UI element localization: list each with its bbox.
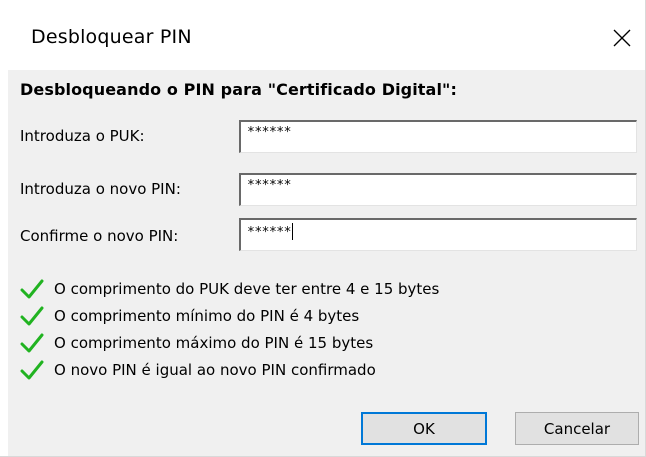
- check-icon: [20, 333, 44, 353]
- new-pin-input[interactable]: ******: [239, 173, 637, 206]
- confirm-pin-input[interactable]: ******: [239, 218, 637, 251]
- dialog-body: Desbloqueando o PIN para "Certificado Di…: [8, 70, 645, 456]
- text-caret: [291, 223, 293, 240]
- puk-input[interactable]: ******: [239, 120, 637, 153]
- cancel-button[interactable]: Cancelar: [515, 412, 639, 445]
- check-icon: [20, 360, 44, 380]
- rule-text: O novo PIN é igual ao novo PIN confirmad…: [54, 361, 376, 379]
- window-title: Desbloquear PIN: [31, 26, 192, 48]
- dialog-window: Desbloquear PIN Desbloqueando o PIN para…: [0, 0, 646, 457]
- rule-text: O comprimento mínimo do PIN é 4 bytes: [54, 307, 360, 325]
- rule-text: O comprimento máximo do PIN é 15 bytes: [54, 334, 374, 352]
- ok-button[interactable]: OK: [361, 412, 487, 445]
- rule-item: O comprimento do PUK deve ter entre 4 e …: [20, 278, 439, 300]
- puk-label: Introduza o PUK:: [20, 127, 145, 145]
- rule-item: O comprimento mínimo do PIN é 4 bytes: [20, 305, 359, 327]
- new-pin-input-value: ******: [247, 178, 291, 193]
- new-pin-label: Introduza o novo PIN:: [20, 180, 181, 198]
- close-icon: [613, 29, 631, 47]
- title-bar[interactable]: Desbloquear PIN: [0, 0, 645, 70]
- puk-input-value: ******: [247, 125, 291, 140]
- rule-item: O novo PIN é igual ao novo PIN confirmad…: [20, 359, 376, 381]
- close-button[interactable]: [599, 20, 645, 56]
- confirm-pin-label: Confirme o novo PIN:: [20, 227, 179, 245]
- dialog-heading: Desbloqueando o PIN para "Certificado Di…: [20, 80, 457, 99]
- check-icon: [20, 306, 44, 326]
- rule-text: O comprimento do PUK deve ter entre 4 e …: [54, 280, 440, 298]
- confirm-pin-input-value: ******: [247, 225, 291, 240]
- rule-item: O comprimento máximo do PIN é 15 bytes: [20, 332, 373, 354]
- check-icon: [20, 279, 44, 299]
